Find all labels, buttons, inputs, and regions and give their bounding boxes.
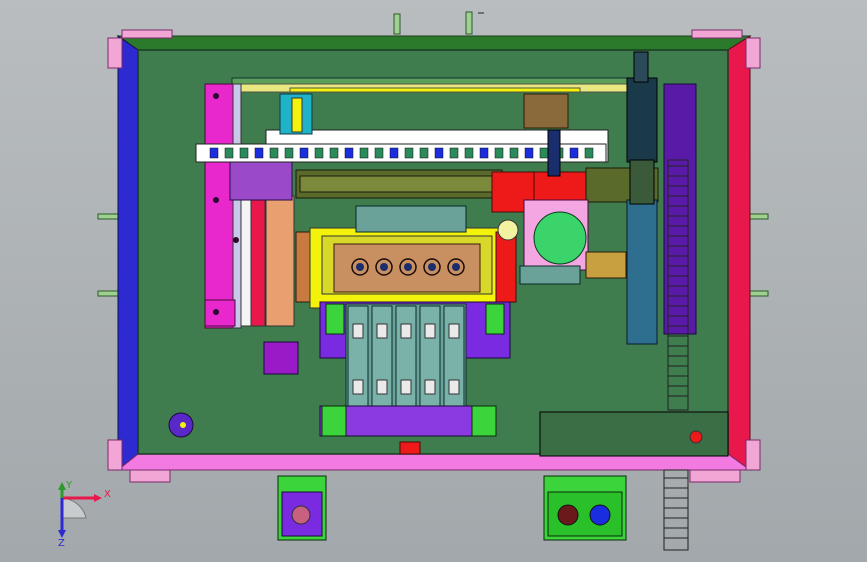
- y-axis-label: Y: [65, 480, 73, 491]
- valve-window: [376, 323, 388, 339]
- nozzle-tick: [389, 147, 399, 159]
- nozzle-tick: [299, 147, 309, 159]
- bottom-switch-box: [543, 475, 627, 541]
- nozzle-tick: [584, 147, 594, 159]
- nozzle-tick: [569, 147, 579, 159]
- valve-window: [400, 379, 412, 395]
- nozzle-tick: [254, 147, 264, 159]
- nozzle-tick: [434, 147, 444, 159]
- nozzle-tick: [539, 147, 549, 159]
- nozzle-tick: [314, 147, 324, 159]
- x-axis-label: X: [104, 489, 111, 500]
- valve-window: [400, 323, 412, 339]
- valve-window: [424, 323, 436, 339]
- nozzle-tick: [419, 147, 429, 159]
- valve-window: [448, 323, 460, 339]
- valve-window: [352, 323, 364, 339]
- valve-window: [424, 379, 436, 395]
- nozzle-tick: [479, 147, 489, 159]
- port-hole: [356, 263, 364, 271]
- nozzle-tick: [509, 147, 519, 159]
- nozzle-tick: [329, 147, 339, 159]
- nozzle-tick: [269, 147, 279, 159]
- valve-window: [448, 379, 460, 395]
- port-hole: [380, 263, 388, 271]
- top-rail-assembly: [231, 77, 628, 93]
- nozzle-tick: [494, 147, 504, 159]
- nozzle-tick: [224, 147, 234, 159]
- nozzle-tick: [464, 147, 474, 159]
- port-hole: [452, 263, 460, 271]
- valve-window: [352, 379, 364, 395]
- nozzle-tick: [404, 147, 414, 159]
- port-hole: [428, 263, 436, 271]
- z-axis-label: Z: [58, 538, 65, 549]
- bottom-motor: [277, 475, 327, 541]
- nozzle-tick: [344, 147, 354, 159]
- status-lamp: [689, 430, 703, 444]
- nozzle-tick: [284, 147, 294, 159]
- nozzle-tick: [239, 147, 249, 159]
- cad-viewport[interactable]: X Y Z: [0, 0, 867, 562]
- nozzle-tick: [524, 147, 534, 159]
- port-hole: [404, 263, 412, 271]
- valve-window: [376, 379, 388, 395]
- nozzle-tick: [449, 147, 459, 159]
- nozzle-tick: [359, 147, 369, 159]
- nozzle-tick: [374, 147, 384, 159]
- nozzle-tick: [209, 147, 219, 159]
